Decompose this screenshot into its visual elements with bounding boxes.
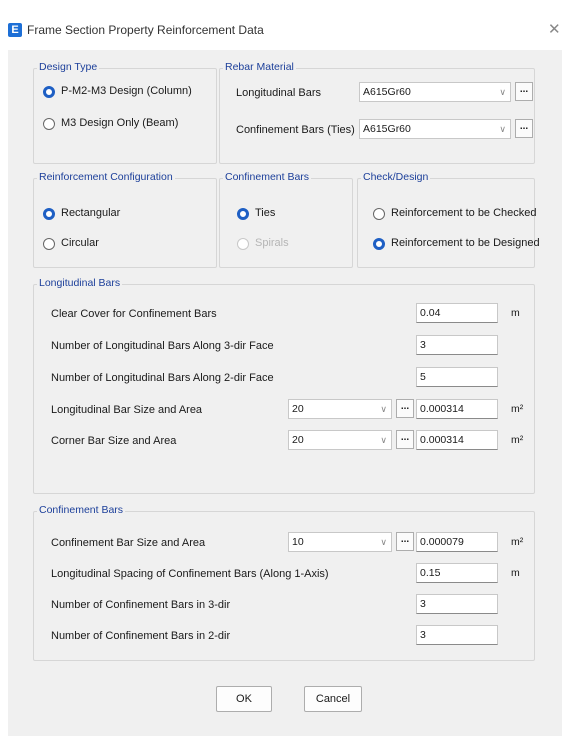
ok-button[interactable]: OK <box>216 686 272 712</box>
confinement-bars-ties-label: Confinement Bars (Ties) <box>236 124 355 136</box>
radio-spirals <box>237 238 249 250</box>
longitudinal-bars-legend: Longitudinal Bars <box>37 277 123 289</box>
corner-bar-size-label: Corner Bar Size and Area <box>51 435 177 447</box>
radio-reinforcement-designed[interactable] <box>373 238 385 250</box>
clear-cover-field[interactable]: 0.04 <box>416 303 498 323</box>
long-bar-size-select[interactable]: 20 ∨ <box>288 399 392 419</box>
longitudinal-bars-group: Longitudinal Bars Clear Cover for Confin… <box>33 277 535 494</box>
confinement-bars-legend: Confinement Bars <box>37 504 126 516</box>
confinement-bars-group: Confinement Bars Confinement Bar Size an… <box>33 504 535 661</box>
longitudinal-bars-select[interactable]: A615Gr60 ∨ <box>359 82 511 102</box>
rebar-material-group: Rebar Material Longitudinal Bars A615Gr6… <box>219 61 535 164</box>
reinforcement-config-group: Reinforcement Configuration Rectangular … <box>33 171 217 268</box>
radio-rectangular[interactable] <box>43 208 55 220</box>
longitudinal-bars-label: Longitudinal Bars <box>236 87 322 99</box>
corner-bar-size-more-button[interactable]: ... <box>396 430 414 449</box>
chevron-down-icon: ∨ <box>380 404 387 414</box>
longitudinal-material-more-button[interactable]: ... <box>515 82 533 101</box>
corner-bar-area-field[interactable]: 0.000314 <box>416 430 498 450</box>
confinement-spacing-field[interactable]: 0.15 <box>416 563 498 583</box>
radio-label: Circular <box>61 237 99 249</box>
radio-pm2m3-design[interactable] <box>43 86 55 98</box>
chevron-down-icon: ∨ <box>380 537 387 547</box>
radio-label: Spirals <box>255 237 289 249</box>
radio-m3-design-only[interactable] <box>43 118 55 130</box>
confinement-type-group: Confinement Bars Ties Spirals <box>219 171 353 268</box>
chevron-down-icon: ∨ <box>499 87 506 97</box>
radio-label: M3 Design Only (Beam) <box>61 117 179 129</box>
radio-label: Reinforcement to be Designed <box>391 237 540 249</box>
radio-circular[interactable] <box>43 238 55 250</box>
confinement-bar-area-field[interactable]: 0.000079 <box>416 532 498 552</box>
chevron-down-icon: ∨ <box>499 124 506 134</box>
radio-ties[interactable] <box>237 208 249 220</box>
window-title: Frame Section Property Reinforcement Dat… <box>27 23 264 37</box>
rebar-material-legend: Rebar Material <box>223 61 296 73</box>
confinement-bar-size-label: Confinement Bar Size and Area <box>51 537 206 549</box>
num-long-bars-2dir-label: Number of Longitudinal Bars Along 2-dir … <box>51 372 274 384</box>
radio-label: P-M2-M3 Design (Column) <box>61 85 192 97</box>
radio-reinforcement-checked[interactable] <box>373 208 385 220</box>
confinement-bar-size-more-button[interactable]: ... <box>396 532 414 551</box>
long-bar-area-field[interactable]: 0.000314 <box>416 399 498 419</box>
title-bar: E Frame Section Property Reinforcement D… <box>0 0 562 50</box>
confinement-spacing-unit: m <box>511 567 520 579</box>
confinement-bars-select[interactable]: A615Gr60 ∨ <box>359 119 511 139</box>
cancel-button[interactable]: Cancel <box>304 686 362 712</box>
confinement-bar-area-unit: m² <box>511 536 524 548</box>
close-icon[interactable]: ✕ <box>548 20 561 38</box>
confinement-material-more-button[interactable]: ... <box>515 119 533 138</box>
num-long-bars-3dir-label: Number of Longitudinal Bars Along 3-dir … <box>51 340 274 352</box>
long-bar-area-unit: m² <box>511 403 524 415</box>
radio-label: Rectangular <box>61 207 121 219</box>
corner-bar-size-select[interactable]: 20 ∨ <box>288 430 392 450</box>
design-type-group: Design Type P-M2-M3 Design (Column) M3 D… <box>33 61 217 164</box>
num-confinement-2dir-label: Number of Confinement Bars in 2-dir <box>51 630 231 642</box>
radio-label: Ties <box>255 207 276 219</box>
check-design-group: Check/Design Reinforcement to be Checked… <box>357 171 540 268</box>
long-bar-size-label: Longitudinal Bar Size and Area <box>51 404 203 416</box>
reinforcement-config-legend: Reinforcement Configuration <box>37 171 175 183</box>
num-confinement-3dir-field[interactable]: 3 <box>416 594 498 614</box>
confinement-type-legend: Confinement Bars <box>223 171 312 183</box>
num-confinement-2dir-field[interactable]: 3 <box>416 625 498 645</box>
num-long-bars-3dir-field[interactable]: 3 <box>416 335 498 355</box>
design-type-legend: Design Type <box>37 61 100 73</box>
num-long-bars-2dir-field[interactable]: 5 <box>416 367 498 387</box>
clear-cover-label: Clear Cover for Confinement Bars <box>51 308 217 320</box>
confinement-spacing-label: Longitudinal Spacing of Confinement Bars… <box>51 568 329 580</box>
confinement-bar-size-select[interactable]: 10 ∨ <box>288 532 392 552</box>
clear-cover-unit: m <box>511 307 520 319</box>
corner-bar-area-unit: m² <box>511 434 524 446</box>
chevron-down-icon: ∨ <box>380 435 387 445</box>
app-logo-icon: E <box>8 23 22 37</box>
radio-label: Reinforcement to be Checked <box>391 207 537 219</box>
dialog-body: Design Type P-M2-M3 Design (Column) M3 D… <box>8 50 562 736</box>
check-design-legend: Check/Design <box>361 171 431 183</box>
num-confinement-3dir-label: Number of Confinement Bars in 3-dir <box>51 599 231 611</box>
long-bar-size-more-button[interactable]: ... <box>396 399 414 418</box>
